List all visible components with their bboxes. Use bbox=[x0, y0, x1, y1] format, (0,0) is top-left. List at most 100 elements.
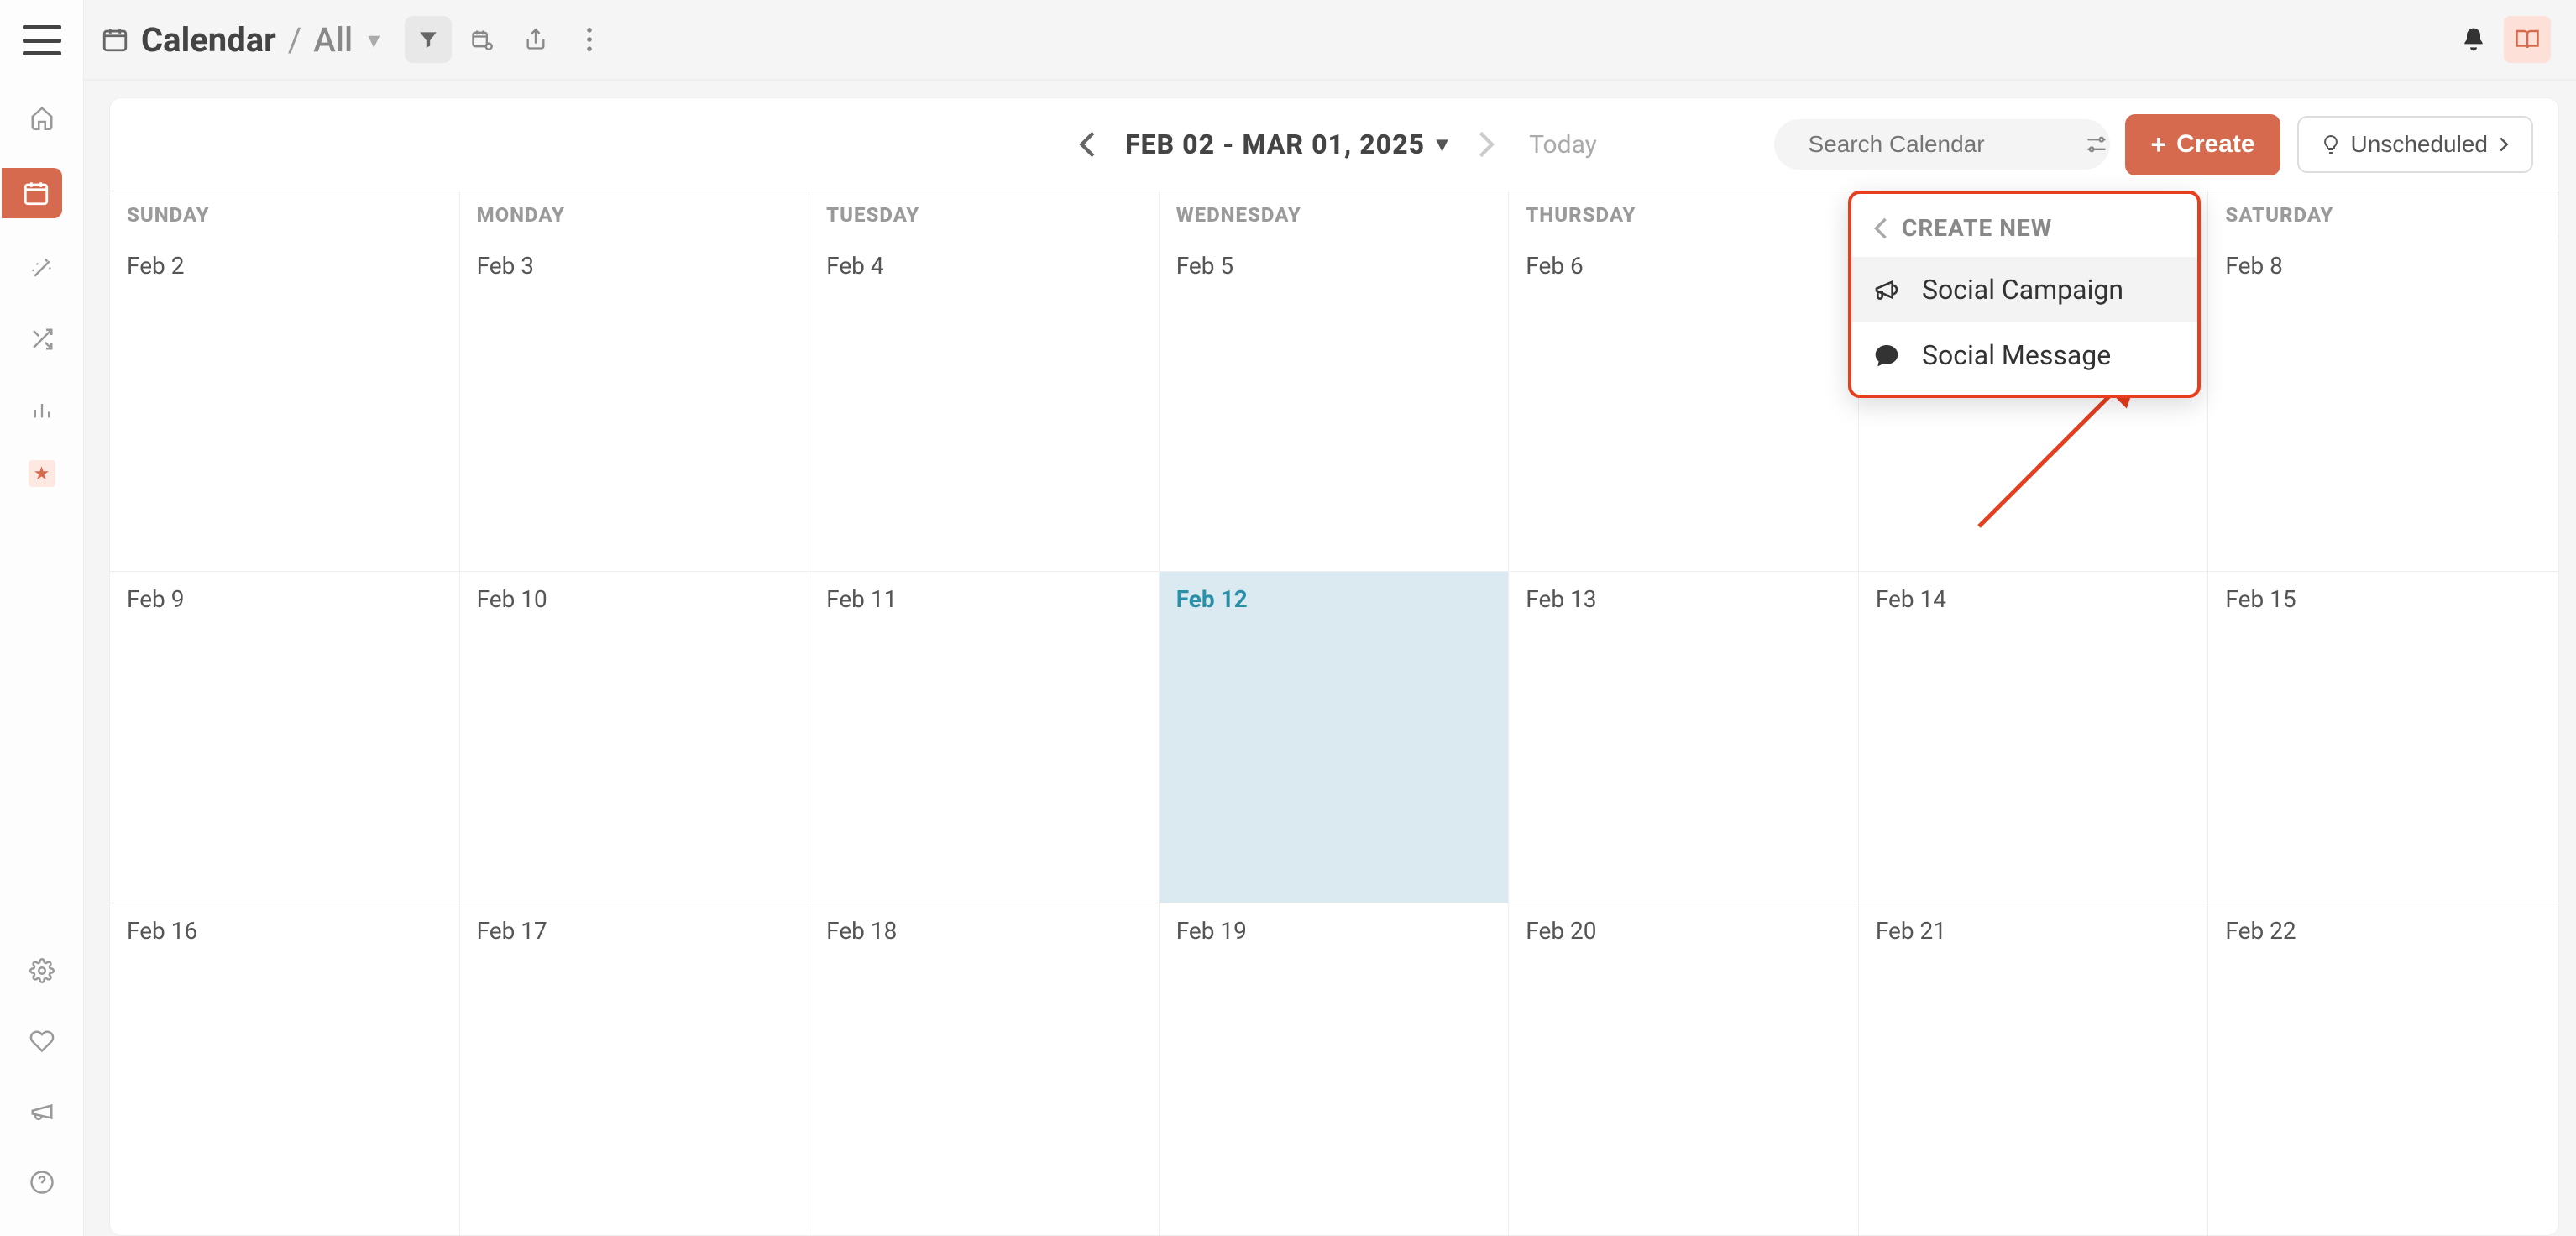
create-dropdown-title: CREATE NEW bbox=[1902, 214, 2052, 242]
calendar-gear-icon bbox=[470, 28, 494, 51]
breadcrumb-separator: / bbox=[288, 20, 302, 60]
date-label: Feb 22 bbox=[2225, 917, 2296, 945]
chevron-left-icon bbox=[1873, 217, 1888, 240]
date-label: Feb 11 bbox=[826, 585, 897, 613]
nav-heart[interactable] bbox=[22, 1021, 62, 1061]
toolbar-right: + Create Unscheduled bbox=[1774, 114, 2533, 175]
day-cell[interactable]: Feb 9 bbox=[110, 572, 460, 903]
date-label: Feb 16 bbox=[127, 917, 197, 945]
gear-icon bbox=[29, 958, 55, 983]
day-cell-today[interactable]: Feb 12 bbox=[1160, 572, 1510, 903]
date-label: Feb 19 bbox=[1176, 917, 1247, 945]
day-cell[interactable]: Feb 15 bbox=[2208, 572, 2558, 903]
date-label: Feb 9 bbox=[127, 585, 184, 613]
share-icon bbox=[524, 28, 547, 51]
day-cell[interactable]: Feb 6 bbox=[1509, 238, 1859, 571]
week-row: Feb 9 Feb 10 Feb 11 Feb 12 Feb 13 Feb 14… bbox=[110, 571, 2558, 903]
nav-magic[interactable] bbox=[22, 249, 62, 289]
nav-settings[interactable] bbox=[22, 951, 62, 991]
day-cell[interactable]: Feb 16 bbox=[110, 903, 460, 1235]
date-label: Feb 14 bbox=[1876, 585, 1946, 613]
day-cell[interactable]: Feb 21 bbox=[1859, 903, 2209, 1235]
search-settings-button[interactable] bbox=[2085, 133, 2108, 156]
chevron-right-icon bbox=[2498, 136, 2510, 153]
date-label: Feb 21 bbox=[1876, 917, 1946, 945]
funnel-icon bbox=[417, 29, 439, 50]
hamburger-menu-icon[interactable] bbox=[23, 25, 61, 55]
plus-icon: + bbox=[2150, 129, 2166, 160]
dots-vertical-icon bbox=[586, 28, 593, 51]
next-month-button[interactable] bbox=[1470, 123, 1502, 165]
create-label: Create bbox=[2176, 130, 2254, 159]
unscheduled-button[interactable]: Unscheduled bbox=[2297, 116, 2533, 173]
today-button[interactable]: Today bbox=[1529, 130, 1597, 160]
nav-announce[interactable] bbox=[22, 1092, 62, 1132]
nav-analytics[interactable] bbox=[22, 390, 62, 430]
date-range-selector[interactable]: FEB 02 - MAR 01, 2025 ▾ bbox=[1125, 128, 1448, 160]
nav-shuffle[interactable] bbox=[22, 319, 62, 359]
weekday-label: THURSDAY bbox=[1509, 191, 1859, 238]
day-cell[interactable]: Feb 13 bbox=[1509, 572, 1859, 903]
search-input[interactable] bbox=[1808, 131, 2111, 158]
nav-favorites[interactable]: ★ bbox=[29, 460, 55, 487]
menu-item-label: Social Message bbox=[1922, 339, 2111, 371]
create-social-campaign[interactable]: Social Campaign bbox=[1851, 257, 2197, 322]
weekday-label: TUESDAY bbox=[809, 191, 1160, 238]
nav-calendar[interactable] bbox=[2, 168, 62, 218]
day-cell[interactable]: Feb 18 bbox=[809, 903, 1160, 1235]
day-cell[interactable]: Feb 2 bbox=[110, 238, 460, 571]
nav-home[interactable] bbox=[22, 97, 62, 138]
calendar-settings-button[interactable] bbox=[458, 16, 505, 63]
share-button[interactable] bbox=[512, 16, 559, 63]
date-range-label: FEB 02 - MAR 01, 2025 bbox=[1125, 128, 1425, 160]
date-navigation: FEB 02 - MAR 01, 2025 ▾ Today bbox=[1071, 123, 1597, 165]
day-cell[interactable]: Feb 5 bbox=[1160, 238, 1510, 571]
lightbulb-icon bbox=[2321, 134, 2341, 154]
date-label: Feb 5 bbox=[1176, 252, 1233, 280]
day-cell[interactable]: Feb 20 bbox=[1509, 903, 1859, 1235]
prev-month-button[interactable] bbox=[1071, 123, 1103, 165]
day-cell[interactable]: Feb 17 bbox=[460, 903, 810, 1235]
unscheduled-label: Unscheduled bbox=[2351, 131, 2488, 158]
date-label: Feb 8 bbox=[2225, 252, 2282, 280]
back-button[interactable] bbox=[1873, 217, 1888, 240]
day-cell[interactable]: Feb 19 bbox=[1160, 903, 1510, 1235]
home-icon bbox=[29, 105, 55, 130]
day-cell[interactable]: Feb 11 bbox=[809, 572, 1160, 903]
wand-icon bbox=[29, 256, 55, 281]
docs-button[interactable] bbox=[2504, 16, 2551, 63]
day-cell[interactable]: Feb 8 bbox=[2208, 238, 2558, 571]
breadcrumb: Calendar / All ▾ bbox=[101, 20, 380, 60]
help-icon bbox=[29, 1170, 55, 1195]
create-button[interactable]: + Create bbox=[2125, 114, 2280, 175]
weekday-label: SATURDAY bbox=[2208, 191, 2558, 238]
page-title: Calendar bbox=[141, 20, 276, 60]
day-cell[interactable]: Feb 4 bbox=[809, 238, 1160, 571]
breadcrumb-filter[interactable]: All bbox=[313, 20, 353, 60]
filter-button[interactable] bbox=[405, 16, 452, 63]
topbar: Calendar / All ▾ bbox=[84, 0, 2576, 81]
weekday-label: WEDNESDAY bbox=[1160, 191, 1510, 238]
star-icon: ★ bbox=[34, 464, 50, 484]
more-button[interactable] bbox=[566, 16, 613, 63]
heart-icon bbox=[29, 1029, 55, 1054]
menu-item-label: Social Campaign bbox=[1922, 274, 2123, 306]
create-social-message[interactable]: Social Message bbox=[1851, 322, 2197, 388]
search-wrap[interactable] bbox=[1774, 119, 2110, 170]
chevron-left-icon bbox=[1078, 130, 1097, 159]
chevron-right-icon bbox=[1477, 130, 1495, 159]
day-cell[interactable]: Feb 22 bbox=[2208, 903, 2558, 1235]
sidebar: ★ bbox=[0, 0, 84, 1236]
date-label: Feb 17 bbox=[477, 917, 547, 945]
nav-help[interactable] bbox=[22, 1162, 62, 1202]
bar-chart-icon bbox=[30, 398, 54, 422]
shuffle-icon bbox=[29, 327, 55, 352]
day-cell[interactable]: Feb 14 bbox=[1859, 572, 2209, 903]
megaphone-icon bbox=[1873, 276, 1903, 303]
date-label: Feb 6 bbox=[1526, 252, 1583, 280]
date-label: Feb 3 bbox=[477, 252, 534, 280]
chevron-down-icon[interactable]: ▾ bbox=[368, 26, 380, 54]
notifications-button[interactable] bbox=[2460, 26, 2487, 53]
day-cell[interactable]: Feb 3 bbox=[460, 238, 810, 571]
day-cell[interactable]: Feb 10 bbox=[460, 572, 810, 903]
